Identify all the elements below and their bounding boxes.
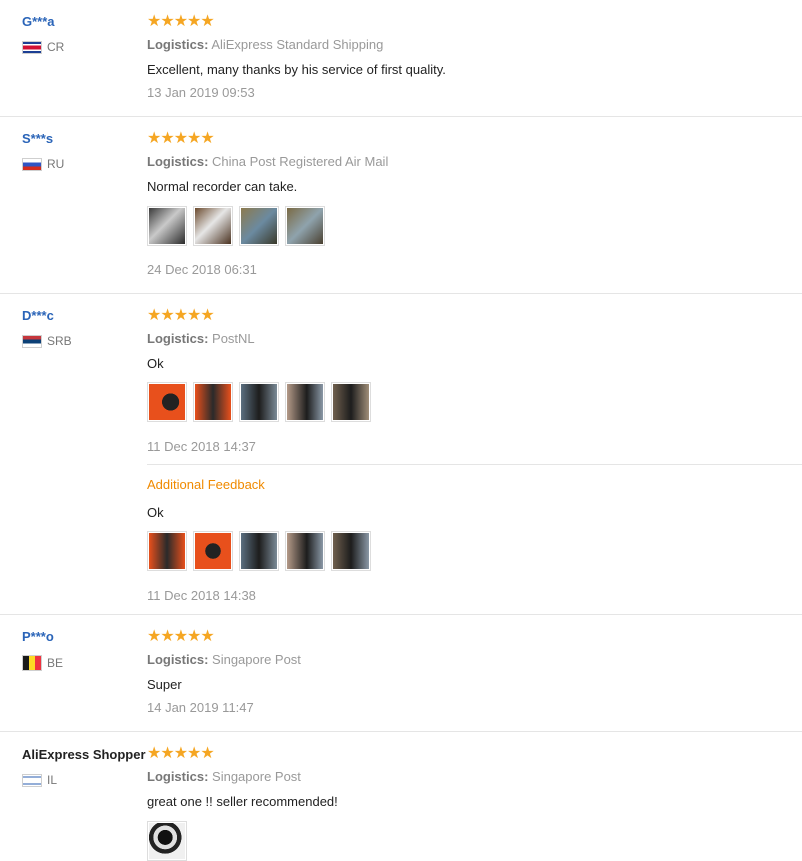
logistics-value: China Post Registered Air Mail — [212, 154, 389, 169]
review-photo-thumbnail[interactable] — [147, 382, 187, 422]
reviewer-country: IL — [22, 773, 57, 787]
logistics-label: Logistics: — [147, 769, 209, 784]
reviewer-name: AliExpress Shopper — [22, 747, 146, 762]
review-photo-thumbnail[interactable] — [239, 531, 279, 571]
logistics-value: Singapore Post — [212, 652, 301, 667]
review-photo-thumbnail[interactable] — [239, 382, 279, 422]
additional-feedback-date: 11 Dec 2018 14:38 — [147, 588, 256, 603]
review-date: 11 Dec 2018 14:37 — [147, 439, 256, 454]
serbia-flag-icon — [22, 334, 42, 348]
review-photo-thumbnail[interactable] — [147, 206, 187, 246]
country-code: CR — [47, 40, 65, 54]
review-photo-thumbnail[interactable] — [239, 206, 279, 246]
reviewer-country: BE — [22, 655, 63, 671]
star-rating: ★★★★★ — [147, 130, 215, 147]
review-date: 13 Jan 2019 09:53 — [147, 85, 255, 100]
logistics-label: Logistics: — [147, 154, 209, 169]
review-text: great one !! seller recommended! — [147, 794, 338, 809]
reviewer-name[interactable]: P***o — [22, 629, 54, 644]
review-date: 24 Dec 2018 06:31 — [147, 262, 257, 277]
review-photo-thumbnail[interactable] — [331, 531, 371, 571]
country-code: IL — [47, 773, 58, 787]
reviewer-name[interactable]: G***a — [22, 14, 55, 29]
israel-flag-icon — [22, 773, 42, 787]
review-photo-thumbnail[interactable] — [331, 382, 371, 422]
logistics-label: Logistics: — [147, 37, 209, 52]
review-item: D***c SRB ★★★★★ Logistics: PostNL Ok 11 … — [0, 294, 802, 615]
logistics-label: Logistics: — [147, 331, 209, 346]
logistics-info: Logistics: China Post Registered Air Mai… — [147, 154, 388, 169]
review-photo-thumbnail[interactable] — [193, 382, 233, 422]
review-date: 14 Jan 2019 11:47 — [147, 700, 254, 715]
country-code: SRB — [47, 334, 72, 348]
review-text: Excellent, many thanks by his service of… — [147, 62, 446, 77]
costa-rica-flag-icon — [22, 40, 42, 54]
russia-flag-icon — [22, 157, 42, 171]
review-photo-thumbnail[interactable] — [285, 206, 325, 246]
logistics-info: Logistics: PostNL — [147, 331, 255, 346]
review-photo-thumbnail[interactable] — [193, 206, 233, 246]
logistics-info: Logistics: Singapore Post — [147, 769, 301, 784]
review-photo-thumbnail[interactable] — [285, 531, 325, 571]
additional-feedback-heading: Additional Feedback — [147, 477, 265, 492]
additional-feedback-text: Ok — [147, 505, 164, 520]
star-rating: ★★★★★ — [147, 628, 215, 645]
additional-feedback-divider — [147, 464, 802, 465]
review-photos — [147, 206, 325, 246]
logistics-info: Logistics: AliExpress Standard Shipping — [147, 37, 383, 52]
review-item: G***a CR ★★★★★ Logistics: AliExpress Sta… — [0, 0, 802, 117]
reviewer-country: RU — [22, 157, 64, 171]
star-rating: ★★★★★ — [147, 745, 215, 762]
star-rating: ★★★★★ — [147, 307, 215, 324]
country-code: BE — [47, 656, 64, 670]
reviewer-name[interactable]: S***s — [22, 131, 53, 146]
reviewer-country: SRB — [22, 334, 72, 348]
logistics-label: Logistics: — [147, 652, 209, 667]
logistics-value: Singapore Post — [212, 769, 301, 784]
review-item: AliExpress Shopper IL ★★★★★ Logistics: S… — [0, 732, 802, 861]
logistics-info: Logistics: Singapore Post — [147, 652, 301, 667]
review-item: P***o BE ★★★★★ Logistics: Singapore Post… — [0, 615, 802, 732]
reviewer-country: CR — [22, 40, 64, 54]
review-text: Super — [147, 677, 182, 692]
logistics-value: PostNL — [212, 331, 255, 346]
star-rating: ★★★★★ — [147, 13, 215, 30]
review-photo-thumbnail[interactable] — [147, 531, 187, 571]
review-item: S***s RU ★★★★★ Logistics: China Post Reg… — [0, 117, 802, 294]
country-code: RU — [47, 157, 65, 171]
logistics-value: AliExpress Standard Shipping — [211, 37, 384, 52]
reviewer-name[interactable]: D***c — [22, 308, 54, 323]
review-photos — [147, 821, 187, 861]
review-text: Normal recorder can take. — [147, 179, 298, 194]
review-photos — [147, 382, 371, 422]
additional-feedback-photos — [147, 531, 371, 571]
belgium-flag-icon — [22, 655, 42, 671]
review-photo-thumbnail[interactable] — [147, 821, 187, 861]
review-photo-thumbnail[interactable] — [193, 531, 233, 571]
review-photo-thumbnail[interactable] — [285, 382, 325, 422]
review-text: Ok — [147, 356, 164, 371]
